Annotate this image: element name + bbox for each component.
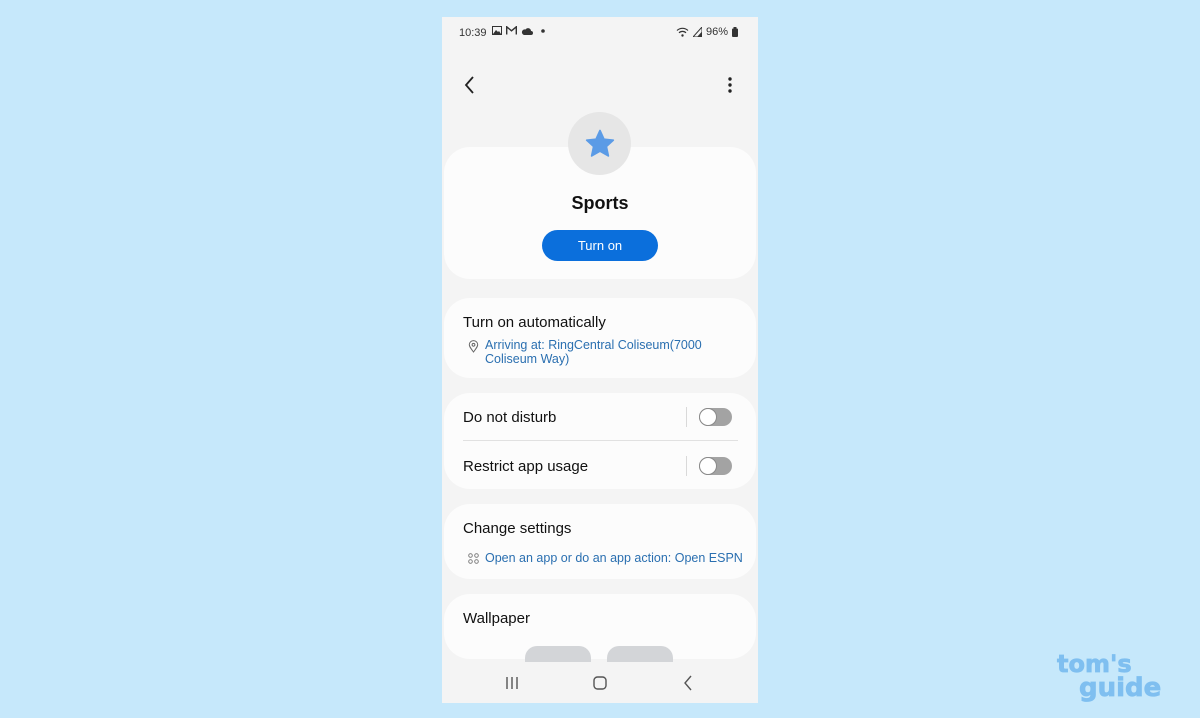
signal-icon	[692, 27, 702, 37]
recents-icon	[506, 677, 518, 689]
restrict-app-usage-switch[interactable]	[699, 457, 732, 475]
wallpaper-title: Wallpaper	[463, 610, 530, 627]
wifi-icon	[676, 27, 689, 37]
app-action-text: Open an app or do an app action: Open ES…	[485, 551, 743, 565]
gallery-icon	[492, 26, 502, 35]
notification-icons	[492, 26, 547, 35]
phone-screen: 10:39 96% Sports Turn on Turn on automat…	[442, 17, 758, 703]
divider	[686, 407, 687, 427]
change-settings-title: Change settings	[463, 520, 572, 537]
wallpaper-card[interactable]: Wallpaper	[444, 594, 756, 676]
back-button[interactable]	[458, 73, 482, 97]
gmail-icon	[506, 26, 517, 35]
app-action-item[interactable]: Open an app or do an app action: Open ES…	[468, 551, 743, 565]
divider	[463, 440, 738, 441]
location-condition[interactable]: Arriving at: RingCentral Coliseum(7000 C…	[468, 338, 702, 366]
back-icon	[684, 675, 692, 691]
do-not-disturb-label: Do not disturb	[463, 409, 557, 426]
mode-title: Sports	[571, 193, 629, 213]
battery-icon	[732, 27, 738, 37]
divider	[686, 456, 687, 476]
turn-on-automatically-title: Turn on automatically	[463, 314, 606, 331]
location-condition-line2: Coliseum Way)	[485, 352, 570, 366]
dot-icon	[541, 29, 545, 33]
switch-knob	[699, 457, 717, 475]
change-settings-card[interactable]: Change settings Open an app or do an app…	[444, 504, 756, 579]
apps-grid-icon	[468, 553, 479, 564]
restrict-app-usage-label: Restrict app usage	[463, 458, 589, 475]
more-options-button[interactable]	[718, 73, 742, 97]
toms-guide-logo: tom's guide	[1057, 650, 1162, 702]
home-button[interactable]	[588, 671, 612, 695]
app-bar	[442, 67, 758, 101]
navigation-bar	[442, 662, 758, 703]
cloud-icon	[521, 27, 533, 35]
location-pin-icon	[468, 340, 479, 353]
turn-on-button[interactable]: Turn on	[542, 230, 658, 261]
switch-knob	[699, 408, 717, 426]
star-icon	[585, 129, 614, 157]
system-icons: 96%	[676, 26, 738, 38]
recent-apps-button[interactable]	[500, 671, 524, 695]
toggles-card: Do not disturb Restrict app usage	[444, 393, 756, 489]
turn-on-automatically-card[interactable]: Turn on automatically Arriving at: RingC…	[444, 298, 756, 378]
nav-back-button[interactable]	[676, 671, 700, 695]
restrict-app-usage-row[interactable]: Restrict app usage	[444, 442, 756, 490]
location-condition-line1: Arriving at: RingCentral Coliseum(7000	[485, 338, 702, 352]
mode-avatar	[568, 112, 631, 175]
logo-line2: guide	[1079, 673, 1161, 702]
do-not-disturb-row[interactable]: Do not disturb	[444, 393, 756, 441]
battery-percent: 96%	[705, 26, 728, 38]
do-not-disturb-switch[interactable]	[699, 408, 732, 426]
status-time: 10:39	[459, 27, 487, 39]
home-icon	[593, 676, 607, 690]
chevron-left-icon	[464, 76, 474, 94]
status-bar: 10:39 96%	[442, 17, 758, 49]
more-vertical-icon	[728, 77, 732, 93]
